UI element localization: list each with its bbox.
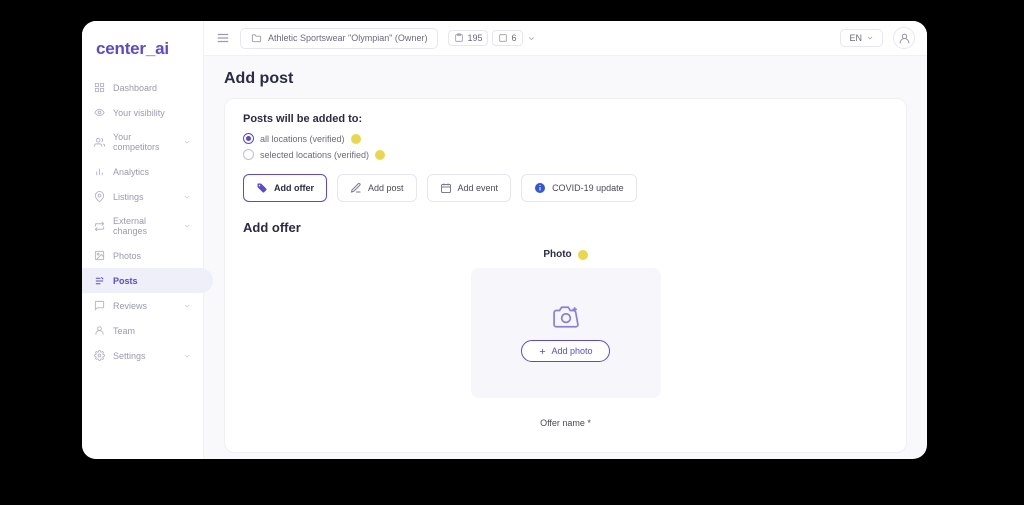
sidebar-item-label: Listings xyxy=(113,192,144,202)
button-label: Add photo xyxy=(551,346,592,356)
sidebar-item-analytics[interactable]: Analytics xyxy=(82,159,203,184)
changes-icon xyxy=(94,221,105,232)
sidebar-item-label: Team xyxy=(113,326,135,336)
user-avatar[interactable] xyxy=(893,27,915,49)
listings-icon xyxy=(94,191,105,202)
radio-icon xyxy=(243,133,254,144)
info-badge-icon xyxy=(578,250,588,260)
sidebar-item-label: Reviews xyxy=(113,301,147,311)
sidebar-item-visibility[interactable]: Your visibility xyxy=(82,100,203,125)
app-window: center_ai Dashboard Your visibility Your… xyxy=(82,21,927,459)
chevron-down-icon xyxy=(183,352,191,360)
sidebar-item-external-changes[interactable]: External changes xyxy=(82,209,203,243)
chevron-down-icon xyxy=(183,138,191,146)
add-event-button[interactable]: Add event xyxy=(427,174,512,202)
camera-add-icon xyxy=(551,304,581,330)
org-selector[interactable]: Athletic Sportswear "Olympian" (Owner) xyxy=(240,28,438,49)
main-area: Athletic Sportswear "Olympian" (Owner) 1… xyxy=(204,21,927,459)
sidebar-item-label: Dashboard xyxy=(113,83,157,93)
photo-label: Photo xyxy=(543,249,587,260)
radio-selected-locations[interactable]: selected locations (verified) xyxy=(243,149,888,160)
scope-title: Posts will be added to: xyxy=(243,113,888,125)
edit-icon xyxy=(350,182,362,194)
analytics-icon xyxy=(94,166,105,177)
photo-upload-dropzone[interactable]: Add photo xyxy=(471,268,661,398)
covid-update-button[interactable]: COVID-19 update xyxy=(521,174,637,202)
radio-all-locations[interactable]: all locations (verified) xyxy=(243,133,888,144)
chevron-down-icon xyxy=(183,302,191,310)
sidebar-item-label: Analytics xyxy=(113,167,149,177)
chevron-down-icon[interactable] xyxy=(527,34,536,43)
language-selector[interactable]: EN xyxy=(840,29,883,47)
brand-logo: center_ai xyxy=(82,31,203,75)
radio-icon xyxy=(243,149,254,160)
button-label: Add offer xyxy=(274,183,314,193)
org-name: Athletic Sportswear "Olympian" (Owner) xyxy=(268,33,427,43)
button-label: Add post xyxy=(368,183,404,193)
radio-label: selected locations (verified) xyxy=(260,150,369,160)
sidebar-item-label: Your competitors xyxy=(113,132,175,152)
sidebar-item-label: Posts xyxy=(113,276,138,286)
section-title: Add offer xyxy=(243,220,888,235)
dashboard-icon xyxy=(94,82,105,93)
sidebar-item-posts[interactable]: Posts xyxy=(82,268,213,293)
add-post-button[interactable]: Add post xyxy=(337,174,417,202)
sidebar-item-label: External changes xyxy=(113,216,175,236)
reviews-icon xyxy=(94,300,105,311)
menu-toggle-icon[interactable] xyxy=(216,31,230,45)
chevron-down-icon xyxy=(183,222,191,230)
info-badge-icon xyxy=(351,134,361,144)
sidebar-item-label: Photos xyxy=(113,251,141,261)
photo-icon xyxy=(94,250,105,261)
language-label: EN xyxy=(849,33,862,43)
sidebar-item-label: Settings xyxy=(113,351,146,361)
eye-icon xyxy=(94,107,105,118)
button-label: Add event xyxy=(458,183,499,193)
photo-section: Photo Add photo xyxy=(243,249,888,428)
stat-verified[interactable]: 195 xyxy=(448,30,488,46)
calendar-icon xyxy=(440,182,452,194)
chevron-down-icon xyxy=(183,193,191,201)
add-post-card: Posts will be added to: all locations (v… xyxy=(224,98,907,453)
topbar: Athletic Sportswear "Olympian" (Owner) 1… xyxy=(204,21,927,56)
sidebar-item-label: Your visibility xyxy=(113,108,165,118)
page-content: Add post Posts will be added to: all loc… xyxy=(204,56,927,459)
info-circle-icon xyxy=(534,182,546,194)
post-type-buttons: Add offer Add post Add event xyxy=(243,174,888,202)
stat-secondary[interactable]: 6 xyxy=(492,30,522,46)
page-title: Add post xyxy=(224,70,907,88)
sidebar-item-settings[interactable]: Settings xyxy=(82,343,203,368)
sidebar-nav: Dashboard Your visibility Your competito… xyxy=(82,75,203,368)
sidebar-item-team[interactable]: Team xyxy=(82,318,203,343)
offer-name-label: Offer name * xyxy=(540,418,591,428)
team-icon xyxy=(94,325,105,336)
sidebar-item-competitors[interactable]: Your competitors xyxy=(82,125,203,159)
radio-label: all locations (verified) xyxy=(260,134,345,144)
sidebar-item-listings[interactable]: Listings xyxy=(82,184,203,209)
location-stats: 195 6 xyxy=(448,30,535,46)
posts-icon xyxy=(94,275,105,286)
add-photo-button[interactable]: Add photo xyxy=(521,340,609,362)
add-offer-button[interactable]: Add offer xyxy=(243,174,327,202)
sidebar-item-photos[interactable]: Photos xyxy=(82,243,203,268)
tag-icon xyxy=(256,182,268,194)
competitors-icon xyxy=(94,137,105,148)
sidebar-item-reviews[interactable]: Reviews xyxy=(82,293,203,318)
button-label: COVID-19 update xyxy=(552,183,624,193)
sidebar: center_ai Dashboard Your visibility Your… xyxy=(82,21,204,459)
folder-icon xyxy=(251,33,262,44)
sidebar-item-dashboard[interactable]: Dashboard xyxy=(82,75,203,100)
info-badge-icon xyxy=(375,150,385,160)
gear-icon xyxy=(94,350,105,361)
